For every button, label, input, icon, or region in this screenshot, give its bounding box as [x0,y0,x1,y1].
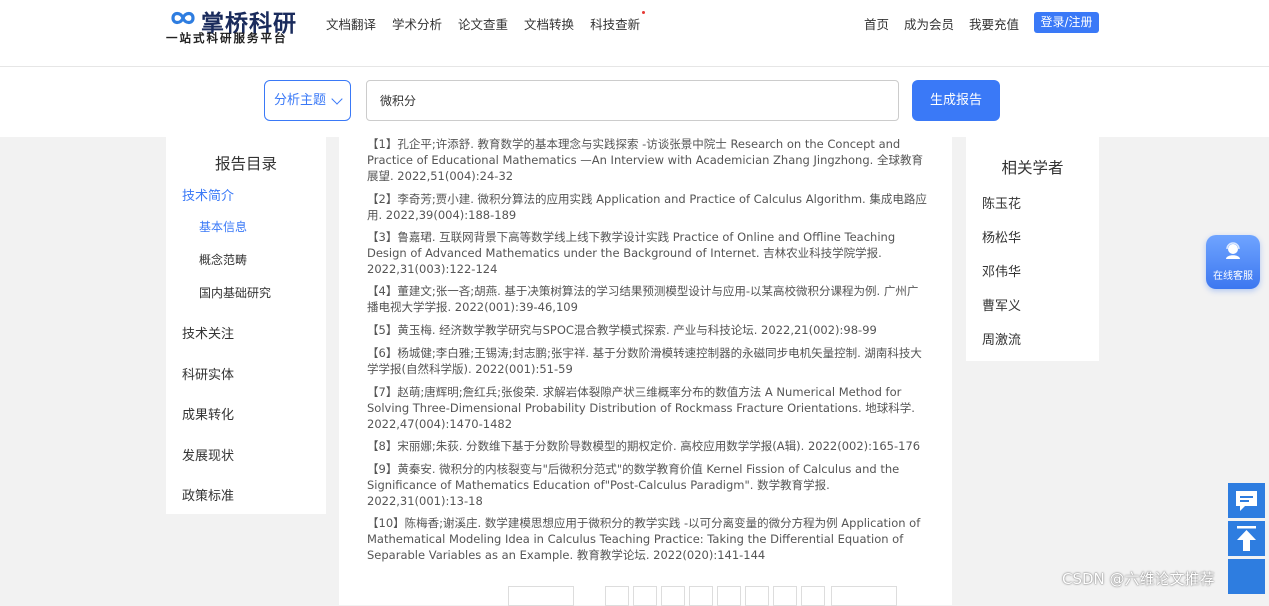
toc-sub-basic-info[interactable]: 基本信息 [199,218,247,235]
nav-membership[interactable]: 成为会员 [904,14,954,33]
toc-item-policy-standards[interactable]: 政策标准 [182,485,234,504]
arrow-up-icon [1237,526,1256,551]
online-service-label: 在线客服 [1213,271,1253,282]
page-number-button[interactable] [801,586,825,606]
generate-report-button[interactable]: 生成报告 [912,80,1000,121]
right-nav: 首页 成为会员 我要充值 [864,14,1034,33]
reference-list: 【1】孔企平;许添舒. 教育数学的基本理念与实践探索 -访谈张景中院士 Rese… [339,125,952,606]
nav-doc-translate[interactable]: 文档翻译 [326,14,376,34]
page-number-button[interactable] [745,586,769,606]
page-number-button[interactable] [605,586,629,606]
page-number-button[interactable] [689,586,713,606]
reference-item[interactable]: 【9】黄秦安. 微积分的内核裂变与"后微积分范式"的数学教育价值 Kernel … [367,461,927,509]
page-number-button[interactable] [661,586,685,606]
page-number-button[interactable] [773,586,797,606]
page-number-button[interactable] [633,586,657,606]
top-header: 掌桥科研 一站式科研服务平台 文档翻译 学术分析 论文查重 文档转换 科技查新 … [0,0,1269,67]
topic-select-label: 分析主题 [274,93,327,108]
toc-sub-domestic-research[interactable]: 国内基础研究 [199,284,271,301]
side-action-button[interactable] [1228,559,1265,594]
nav-doc-convert[interactable]: 文档转换 [524,14,574,34]
toc-sub-concept-scope[interactable]: 概念范畴 [199,251,247,268]
csdn-watermark: CSDN @六维论文推荐 [1062,570,1215,588]
related-scholars-title: 相关学者 [1001,159,1064,177]
topic-select[interactable]: 分析主题 [264,80,351,121]
toc-item-tech-intro[interactable]: 技术简介 [182,185,234,204]
nav-academic-analysis[interactable]: 学术分析 [392,14,442,34]
online-service-button[interactable]: 在线客服 [1206,235,1260,289]
chevron-down-icon [331,93,343,105]
reference-item[interactable]: 【4】董建文;张一吝;胡燕. 基于决策树算法的学习结果预测模型设计与应用-以某高… [367,283,927,315]
reference-item[interactable]: 【2】李奇芳;贾小建. 微积分算法的应用实践 Application and P… [367,191,927,223]
reference-item[interactable]: 【3】鲁嘉珺. 互联网背景下高等数学线上线下教学设计实践 Practice of… [367,229,927,277]
scholar-link[interactable]: 曹军义 [982,295,1021,314]
reference-item[interactable]: 【5】黄玉梅. 经济数学教学研究与SPOC混合教学模式探索. 产业与科技论坛. … [367,322,927,338]
page-number-button[interactable] [717,586,741,606]
reference-item[interactable]: 【7】赵萌;唐辉明;詹红兵;张俊荣. 求解岩体裂隙产状三维概率分布的数值方法 A… [367,384,927,432]
toc-item-achievement-transfer[interactable]: 成果转化 [182,404,234,423]
reference-item[interactable]: 【8】宋丽娜;朱荻. 分数维下基于分数阶导数模型的期权定价. 高校应用数学学报(… [367,438,927,454]
nav-home[interactable]: 首页 [864,14,889,33]
nav-plagiarism-check[interactable]: 论文查重 [458,14,508,34]
scholar-link[interactable]: 陈玉花 [982,193,1021,212]
login-register-button[interactable]: 登录/注册 [1034,12,1099,33]
toc-item-research-entities[interactable]: 科研实体 [182,364,234,383]
page-prev-button[interactable] [508,586,574,606]
related-scholars-panel: 相关学者 陈玉花 杨松华 邓伟华 曹军义 周激流 [966,137,1099,361]
main-nav: 文档翻译 学术分析 论文查重 文档转换 科技查新 [326,11,656,34]
nav-novelty-search[interactable]: 科技查新 [590,11,646,34]
logo-slogan: 一站式科研服务平台 [166,31,288,45]
search-input[interactable] [366,80,899,121]
site-logo[interactable]: 掌桥科研 一站式科研服务平台 [165,4,300,45]
toc-item-tech-focus[interactable]: 技术关注 [182,323,234,342]
nav-recharge[interactable]: 我要充值 [969,14,1019,33]
scholar-link[interactable]: 杨松华 [982,227,1021,246]
feedback-button[interactable] [1228,483,1265,518]
chat-bubble-icon [1236,491,1257,511]
toc-item-development-status[interactable]: 发展现状 [182,445,234,464]
infinity-logo-icon [171,11,195,25]
scholar-link[interactable]: 周激流 [982,329,1021,348]
reference-item[interactable]: 【10】陈梅香;谢溪庄. 数学建模思想应用于微积分的教学实践 -以可分离变量的微… [367,515,927,563]
report-toc-sidebar: 报告目录 技术简介 基本信息 概念范畴 国内基础研究 技术关注 科研实体 成果转… [166,137,326,514]
reference-item[interactable]: 【6】杨城健;李白雅;王锡涛;封志鹏;张宇祥. 基于分数阶滑模转速控制器的永磁同… [367,345,927,377]
headset-agent-icon [1226,242,1240,259]
reference-item[interactable]: 【1】孔企平;许添舒. 教育数学的基本理念与实践探索 -访谈张景中院士 Rese… [367,136,927,184]
scholar-link[interactable]: 邓伟华 [982,261,1021,280]
back-to-top-button[interactable] [1228,521,1265,556]
toc-title: 报告目录 [214,155,277,173]
page-next-button[interactable] [831,586,897,606]
new-dot-badge [642,11,646,14]
nav-novelty-search-label: 科技查新 [590,17,641,32]
